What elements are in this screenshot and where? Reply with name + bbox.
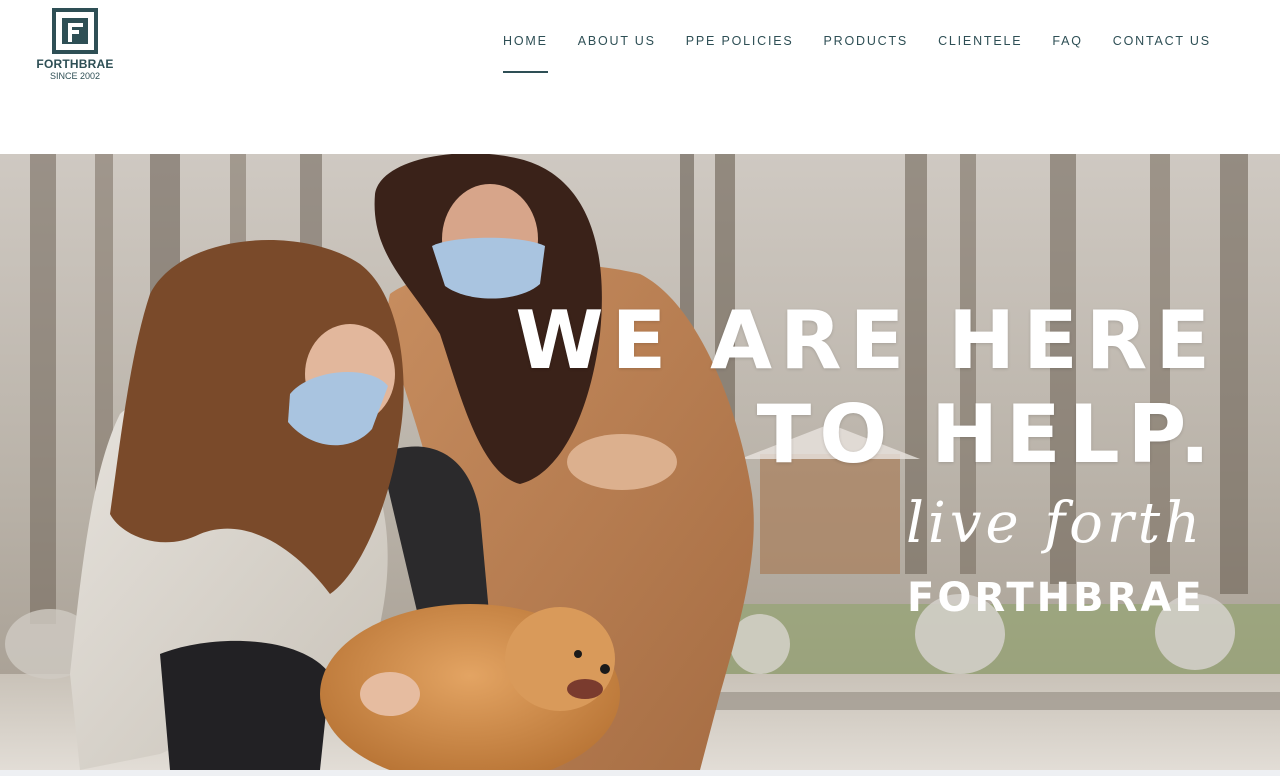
hero-headline-line2: TO HELP.: [756, 388, 1218, 481]
logo-mark-icon: [52, 8, 98, 54]
logo-name: FORTHBRAE: [36, 57, 114, 71]
hero-tagline-script: live forth: [906, 491, 1205, 556]
hero-tagline-brand: FORTHBRAE: [907, 575, 1205, 621]
site-header: FORTHBRAE SINCE 2002 HOME ABOUT US PPE P…: [0, 0, 1280, 154]
logo-since: SINCE 2002: [49, 71, 101, 81]
nav-ppe-policies[interactable]: PPE POLICIES: [671, 33, 809, 63]
nav-faq[interactable]: FAQ: [1037, 33, 1097, 63]
hero-banner: WE ARE HERE TO HELP. live forth FORTHBRA…: [0, 154, 1280, 770]
nav-clientele[interactable]: CLIENTELE: [923, 33, 1037, 63]
hero-headline-line1: WE ARE HERE: [515, 294, 1218, 387]
main-nav: HOME ABOUT US PPE POLICIES PRODUCTS CLIE…: [488, 33, 1226, 73]
nav-about-us[interactable]: ABOUT US: [563, 33, 671, 63]
nav-home[interactable]: HOME: [488, 33, 563, 73]
page-bottom-edge: [0, 770, 1280, 776]
nav-products[interactable]: PRODUCTS: [809, 33, 924, 63]
hero-headline: WE ARE HERE TO HELP.: [515, 294, 1218, 482]
site-logo[interactable]: FORTHBRAE SINCE 2002: [30, 8, 120, 81]
nav-contact-us[interactable]: CONTACT US: [1098, 33, 1226, 63]
